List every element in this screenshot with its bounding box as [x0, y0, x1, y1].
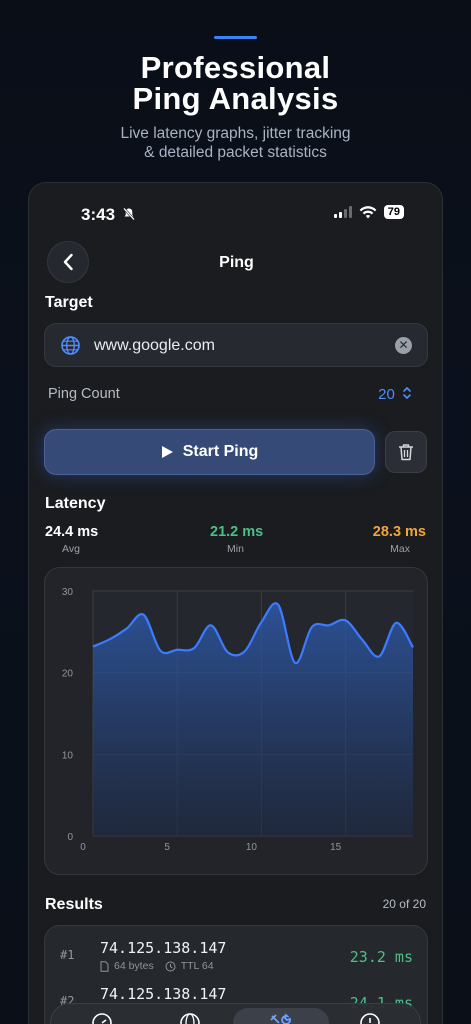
result-row[interactable]: #1 74.125.138.147 64 bytes TTL 64 23.2 m…: [45, 926, 427, 972]
hero-title-line2: Ping Analysis: [132, 81, 339, 116]
y-tick-label: 10: [62, 750, 74, 761]
x-tick-label: 10: [246, 842, 258, 853]
tools-icon: [270, 1013, 291, 1024]
latency-title: Latency: [45, 495, 106, 512]
result-ip: 74.125.138.147: [100, 939, 227, 957]
phone-screen: 3:43 79 Ping Target www.google.com ✕ Pin…: [28, 182, 443, 1024]
status-right: 79: [333, 205, 404, 219]
clear-input-icon[interactable]: ✕: [395, 337, 412, 354]
latency-min-label: Min: [227, 543, 244, 555]
play-icon: [161, 446, 173, 458]
result-index: #1: [60, 948, 75, 962]
result-ip: 74.125.138.147: [100, 985, 227, 1003]
latency-avg-label: Avg: [62, 543, 80, 555]
x-tick-label: 0: [80, 842, 86, 853]
clock-icon: [165, 961, 176, 971]
chevron-up-down-icon: [403, 387, 411, 399]
latency-avg-value: 24.4 ms: [45, 524, 99, 540]
start-ping-label: Start Ping: [182, 443, 259, 460]
y-tick-label: 20: [62, 669, 74, 680]
trash-icon: [399, 444, 413, 461]
result-meta: 64 bytes TTL 64: [100, 960, 214, 972]
latency-max-label: Max: [390, 543, 410, 555]
result-bytes: 64 bytes: [114, 960, 154, 972]
hero-title-line1: Professional: [140, 50, 331, 85]
results-count: 20 of 20: [382, 897, 426, 911]
battery-indicator: 79: [383, 205, 404, 219]
latency-chart: 0 10 20 30 0 5 10 15: [44, 567, 428, 875]
speedometer-icon: [92, 1013, 112, 1024]
tab-bar: [50, 1003, 421, 1024]
globe-icon: [180, 1013, 200, 1024]
results-title: Results: [45, 896, 103, 913]
latency-min-value: 21.2 ms: [210, 524, 264, 540]
target-input-value: www.google.com: [94, 337, 215, 354]
tab-history[interactable]: [359, 1012, 381, 1024]
tab-tools[interactable]: [233, 1008, 329, 1024]
wifi-icon: [359, 205, 377, 218]
target-label: Target: [45, 294, 93, 311]
status-time: 3:43: [81, 205, 116, 224]
document-icon: [100, 960, 109, 972]
x-tick-label: 15: [330, 842, 342, 853]
hero-title: Professional Ping Analysis: [0, 52, 471, 114]
tab-speedometer[interactable]: [91, 1012, 113, 1024]
cellular-signal-icon: [333, 206, 352, 218]
nav-title: Ping: [219, 254, 254, 271]
ping-count-value: 20: [378, 386, 395, 403]
latency-chart-svg: 0 10 20 30 0 5 10 15: [62, 587, 414, 853]
x-tick-label: 5: [164, 842, 170, 853]
y-tick-label: 0: [67, 832, 73, 843]
tab-network[interactable]: [179, 1012, 201, 1024]
clock-icon: [360, 1013, 380, 1024]
y-tick-label: 30: [62, 587, 74, 598]
start-ping-button[interactable]: Start Ping: [44, 429, 375, 475]
globe-icon: [61, 336, 80, 355]
hero-accent-line: [214, 36, 257, 39]
clear-results-button[interactable]: [385, 431, 427, 473]
hero-subtitle-line1: Live latency graphs, jitter tracking: [120, 125, 351, 142]
latency-max-value: 28.3 ms: [372, 524, 426, 540]
ping-count-label: Ping Count: [48, 386, 120, 402]
target-input[interactable]: www.google.com ✕: [44, 323, 428, 367]
hero-subtitle-line2: & detailed packet statistics: [144, 144, 327, 161]
hero-subtitle: Live latency graphs, jitter tracking & d…: [0, 124, 471, 162]
ping-count-stepper[interactable]: 20: [378, 386, 412, 403]
result-ttl: TTL 64: [180, 960, 214, 972]
silent-bell-icon: [122, 207, 136, 224]
result-latency: 23.2 ms: [349, 948, 413, 966]
